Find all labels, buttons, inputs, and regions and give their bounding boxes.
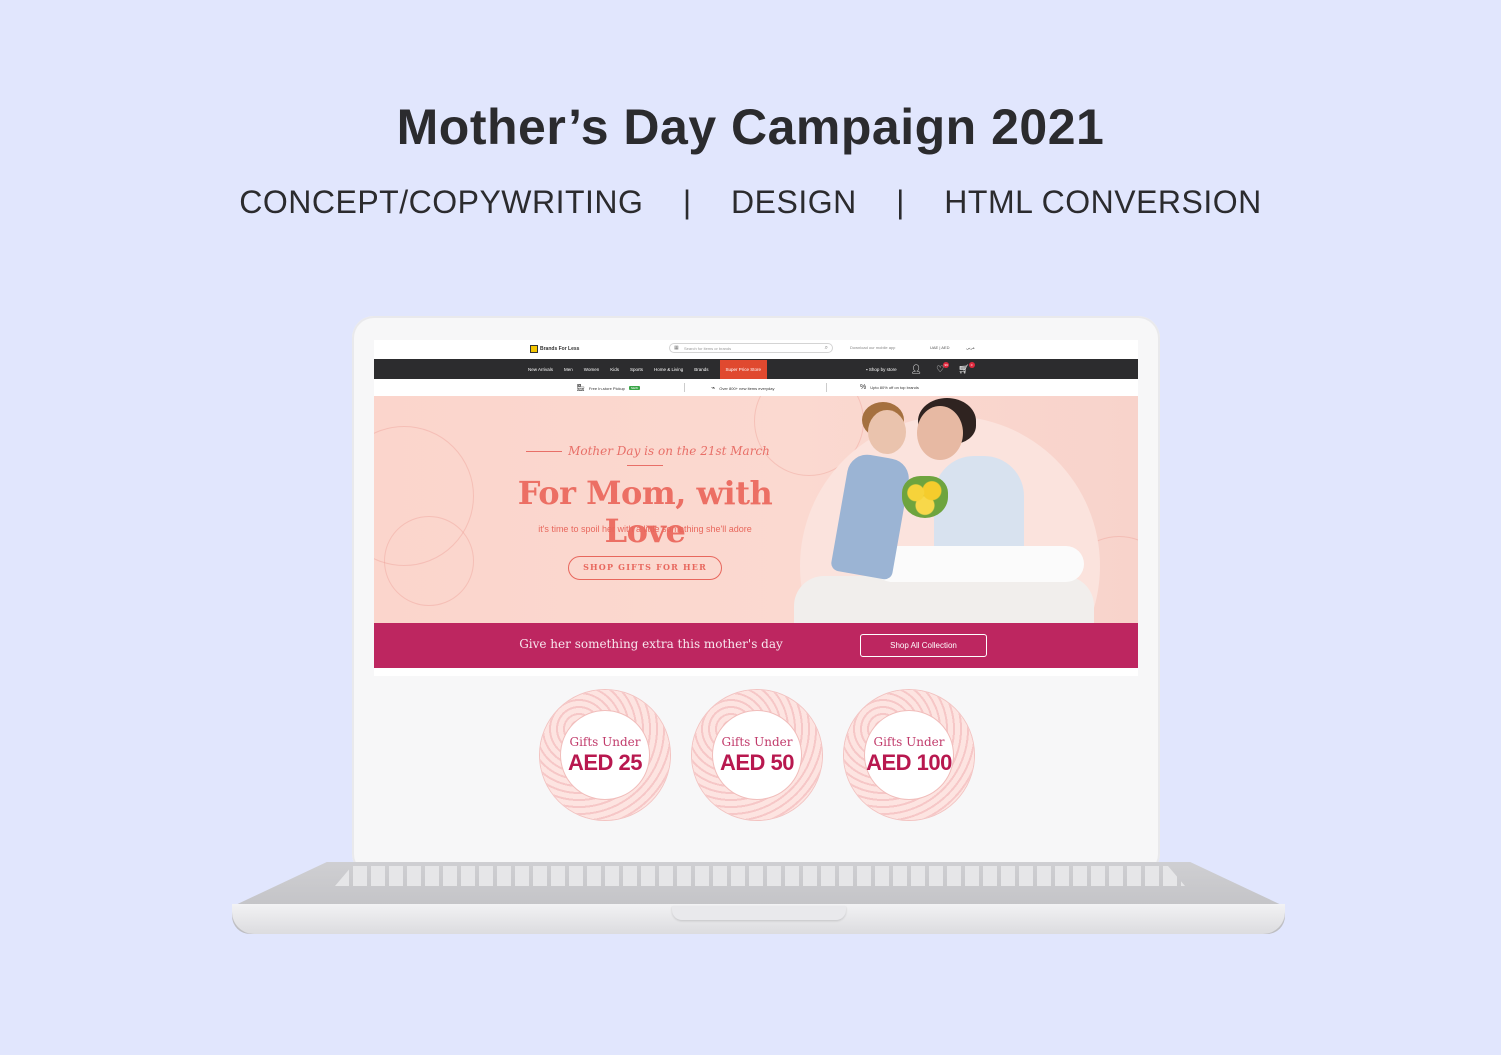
new-badge: NEW (628, 386, 640, 390)
logo-icon (530, 345, 538, 353)
info-bar: 🏪︎ Free In-store Pickup NEW ⌁ Over 800+ … (374, 379, 1138, 396)
laptop-keyboard (335, 866, 1185, 886)
hero-photo-mother-face (917, 406, 963, 460)
date-flourish-right (627, 465, 663, 466)
role-separator: | (896, 184, 905, 220)
hero-subtitle: it's time to spoil her with a little som… (538, 524, 752, 534)
gift-circles: Gifts Under AED 25 Gifts Under AED 50 Gi… (352, 690, 1160, 830)
roles-line: CONCEPT/COPYWRITING | DESIGN | HTML CONV… (0, 184, 1501, 221)
role-concept: CONCEPT/COPYWRITING (239, 184, 644, 220)
role-html: HTML CONVERSION (944, 184, 1262, 220)
nav-item-sports[interactable]: Sports (630, 367, 643, 372)
promo-text: Give her something extra this mother's d… (519, 637, 783, 651)
nav-menu: New Arrivals Men Women Kids Sports Home … (528, 359, 768, 379)
gift-circle-aed-25[interactable]: Gifts Under AED 25 (540, 690, 670, 820)
shop-by-store-link[interactable]: ▪ Shop by store (866, 367, 897, 372)
cart-icon[interactable]: 🛒︎ 0 (958, 361, 975, 375)
wishlist-count: 99 (943, 361, 950, 368)
gift-circle-price: AED 50 (719, 750, 795, 775)
search-input[interactable]: ▦ Search for items or brands ⌕ (669, 343, 833, 353)
hero-date-text: Mother Day is on the 21st March (568, 444, 770, 458)
shop-gifts-button[interactable]: SHOP GIFTS FOR HER (568, 556, 722, 580)
gift-circle-label: Gifts Under (569, 735, 641, 749)
nav-actions: ▪ Shop by store 👤︎ ♡ 99 🛒︎ 0 (866, 359, 975, 379)
info-new-items: ⌁ Over 800+ new items everyday (711, 384, 774, 392)
gift-circle-price: AED 25 (567, 750, 643, 775)
website-screen: Brands For Less ▦ Search for items or br… (374, 340, 1138, 676)
gift-circle-aed-50[interactable]: Gifts Under AED 50 (692, 690, 822, 820)
nav-item-women[interactable]: Women (584, 367, 599, 372)
logo-text: Brands For Less (540, 346, 580, 352)
wishlist-icon[interactable]: ♡ 99 (936, 361, 950, 375)
gift-circle-label: Gifts Under (873, 735, 945, 749)
date-flourish-left (526, 451, 563, 452)
nav-item-home-living[interactable]: Home & Living (654, 367, 683, 372)
site-logo[interactable]: Brands For Less (530, 345, 579, 353)
info-discount-text: Upto 80% off on top brands (870, 385, 919, 390)
promo-strip: Give her something extra this mother's d… (374, 623, 1138, 668)
nav-item-men[interactable]: Men (564, 367, 573, 372)
barcode-icon[interactable]: ▦ (674, 345, 679, 351)
search-placeholder: Search for items or brands (684, 346, 732, 351)
hero-title: For Mom, with Love (517, 474, 773, 550)
info-discount: % Upto 80% off on top brands (860, 384, 919, 391)
gift-circle-price: AED 100 (866, 750, 952, 775)
app-download-link[interactable]: Download our mobile app (850, 345, 895, 350)
shop-by-store-label: Shop by store (868, 366, 897, 372)
site-topbar: Brands For Less ▦ Search for items or br… (374, 340, 1138, 359)
info-new-items-text: Over 800+ new items everyday (719, 385, 775, 391)
cart-count: 0 (968, 361, 975, 368)
info-pickup-text: Free In-store Pickup (588, 385, 625, 391)
nav-item-brands[interactable]: Brands (694, 367, 708, 372)
hero-photo-mother-legs (874, 546, 1084, 582)
shop-all-collection-button[interactable]: Shop All Collection (860, 634, 987, 657)
store-pickup-icon: 🏪︎ (576, 385, 585, 392)
info-divider (684, 383, 685, 392)
info-divider (826, 383, 827, 392)
laptop-notch (672, 906, 846, 920)
nav-item-new-arrivals[interactable]: New Arrivals (528, 367, 553, 372)
gift-circle-aed-100[interactable]: Gifts Under AED 100 (844, 690, 974, 820)
hero-banner[interactable]: Mother Day is on the 21st March For Mom,… (374, 396, 1138, 623)
hero-photo-tulips (902, 476, 948, 518)
main-nav: New Arrivals Men Women Kids Sports Home … (374, 359, 1138, 379)
hanger-icon: ⌁ (711, 385, 716, 392)
hero-photo-bed (794, 576, 1094, 623)
role-design: DESIGN (731, 184, 857, 220)
nav-item-super-price-store[interactable]: Super Price Store (719, 359, 768, 379)
campaign-title: Mother’s Day Campaign 2021 (396, 99, 1105, 155)
role-separator: | (682, 184, 692, 220)
account-icon[interactable]: 👤︎ (911, 364, 922, 375)
hero-date-line: Mother Day is on the 21st March (512, 444, 778, 472)
search-icon[interactable]: ⌕ (825, 345, 828, 352)
percent-tag-icon: % (860, 384, 867, 391)
nav-item-kids[interactable]: Kids (610, 367, 619, 372)
floral-decoration (384, 516, 474, 606)
info-pickup: 🏪︎ Free In-store Pickup NEW (576, 384, 640, 392)
language-switch[interactable]: عربي (966, 345, 975, 350)
country-selector[interactable]: UAE | AED (930, 345, 950, 350)
gift-circle-label: Gifts Under (721, 735, 793, 749)
hero-photo-girl-face (868, 410, 906, 454)
